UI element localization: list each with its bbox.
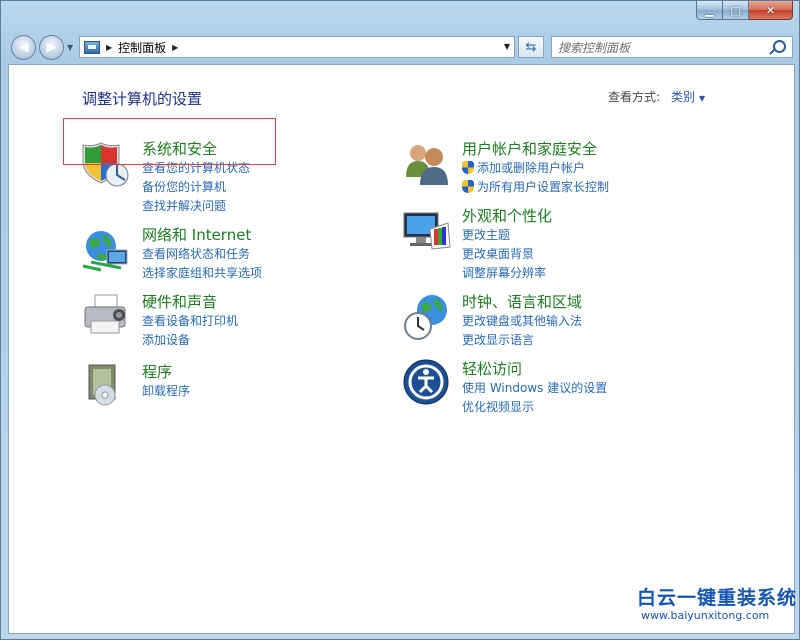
category-hardware-sound: 硬件和声音 查看设备和打印机 添加设备	[142, 291, 238, 350]
recent-pages-dropdown[interactable]: ▼	[67, 43, 73, 52]
highlight-box	[63, 118, 276, 165]
category-programs: 程序 卸载程序	[142, 361, 190, 401]
chevron-down-icon: ▼	[67, 43, 74, 52]
link-uninstall[interactable]: 卸载程序	[142, 382, 190, 401]
link-homegroup[interactable]: 选择家庭组和共享选项	[142, 264, 262, 283]
forward-button[interactable]: ▶	[39, 35, 64, 60]
maximize-button[interactable]: □	[723, 1, 749, 20]
close-icon: ✕	[765, 3, 776, 17]
link-optimize-display[interactable]: 优化视频显示	[462, 398, 607, 417]
link-network-status[interactable]: 查看网络状态和任务	[142, 245, 262, 264]
printer-icon[interactable]	[81, 293, 133, 341]
uac-shield-icon	[462, 161, 474, 174]
link-add-remove-accounts[interactable]: 添加或删除用户帐户	[462, 159, 609, 178]
breadcrumb-control-panel[interactable]: 控制面板	[118, 39, 166, 56]
link-keyboard-input[interactable]: 更改键盘或其他输入法	[462, 312, 582, 331]
link-devices-printers[interactable]: 查看设备和打印机	[142, 312, 238, 331]
uac-shield-icon	[462, 180, 474, 193]
ease-of-access-icon[interactable]	[402, 358, 454, 410]
search-box[interactable]	[551, 36, 793, 58]
window-frame: ▁ □ ✕ ◀ ▶ ▼ ▶ 控制面板 ▶ ▼ ⇆ 调整计算机的设置 查看方式: …	[0, 0, 800, 640]
content-pane: 调整计算机的设置 查看方式: 类别 ▼ 系统和安全 查看您的计算机状态 备份您的…	[8, 64, 795, 634]
network-globe-icon[interactable]	[81, 228, 133, 278]
minimize-icon: ▁	[705, 3, 714, 17]
category-title[interactable]: 轻松访问	[462, 358, 607, 379]
link-recommended-settings[interactable]: 使用 Windows 建议的设置	[462, 379, 607, 398]
arrow-left-icon: ◀	[18, 40, 29, 55]
link-backup[interactable]: 备份您的计算机	[142, 178, 250, 197]
chevron-down-icon: ▼	[699, 94, 706, 103]
category-ease-of-access: 轻松访问 使用 Windows 建议的设置 优化视频显示	[462, 358, 607, 417]
category-network-internet: 网络和 Internet 查看网络状态和任务 选择家庭组和共享选项	[142, 224, 262, 283]
view-by-label: 查看方式:	[608, 90, 661, 104]
search-input[interactable]	[558, 39, 768, 57]
search-icon[interactable]	[773, 40, 786, 53]
page-title: 调整计算机的设置	[82, 90, 203, 108]
link-add-device[interactable]: 添加设备	[142, 331, 238, 350]
category-clock-language: 时钟、语言和区域 更改键盘或其他输入法 更改显示语言	[462, 291, 582, 350]
view-by-select[interactable]: 类别 ▼	[671, 88, 705, 105]
refresh-icon: ⇆	[525, 39, 537, 55]
address-bar[interactable]: ▶ 控制面板 ▶ ▼	[79, 36, 515, 58]
category-title[interactable]: 外观和个性化	[462, 205, 552, 226]
view-by-value: 类别	[671, 90, 696, 104]
link-change-theme[interactable]: 更改主题	[462, 226, 552, 245]
breadcrumb-chevron-icon[interactable]: ▶	[172, 43, 178, 52]
link-text: 为所有用户设置家长控制	[477, 180, 610, 194]
category-title[interactable]: 硬件和声音	[142, 291, 238, 312]
minimize-button[interactable]: ▁	[696, 1, 723, 20]
category-title[interactable]: 时钟、语言和区域	[462, 291, 582, 312]
close-button[interactable]: ✕	[749, 1, 793, 20]
breadcrumb-chevron-icon[interactable]: ▶	[106, 43, 112, 52]
programs-icon[interactable]	[83, 361, 129, 409]
category-user-accounts: 用户帐户和家庭安全 添加或删除用户帐户 为所有用户设置家长控制	[462, 138, 609, 197]
display-palette-icon[interactable]	[402, 209, 454, 255]
link-troubleshoot[interactable]: 查找并解决问题	[142, 197, 250, 216]
users-icon[interactable]	[402, 139, 454, 189]
link-desktop-background[interactable]: 更改桌面背景	[462, 245, 552, 264]
caption-buttons: ▁ □ ✕	[696, 1, 793, 20]
watermark-title: 白云一键重装系统	[637, 587, 798, 609]
category-title[interactable]: 用户帐户和家庭安全	[462, 138, 609, 159]
link-display-language[interactable]: 更改显示语言	[462, 331, 582, 350]
back-button[interactable]: ◀	[11, 35, 36, 60]
control-panel-icon	[84, 40, 100, 54]
category-appearance: 外观和个性化 更改主题 更改桌面背景 调整屏幕分辨率	[462, 205, 552, 283]
category-title[interactable]: 程序	[142, 361, 190, 382]
address-dropdown-icon[interactable]: ▼	[504, 42, 510, 51]
category-title[interactable]: 网络和 Internet	[142, 224, 262, 245]
watermark-url: www.baiyunxitong.com	[641, 609, 770, 622]
maximize-icon: □	[730, 3, 741, 17]
link-parental-controls[interactable]: 为所有用户设置家长控制	[462, 178, 609, 197]
arrow-right-icon: ▶	[46, 40, 57, 55]
link-text: 添加或删除用户帐户	[477, 161, 586, 175]
link-screen-resolution[interactable]: 调整屏幕分辨率	[462, 264, 552, 283]
clock-globe-icon[interactable]	[402, 292, 454, 344]
refresh-button[interactable]: ⇆	[518, 36, 544, 58]
